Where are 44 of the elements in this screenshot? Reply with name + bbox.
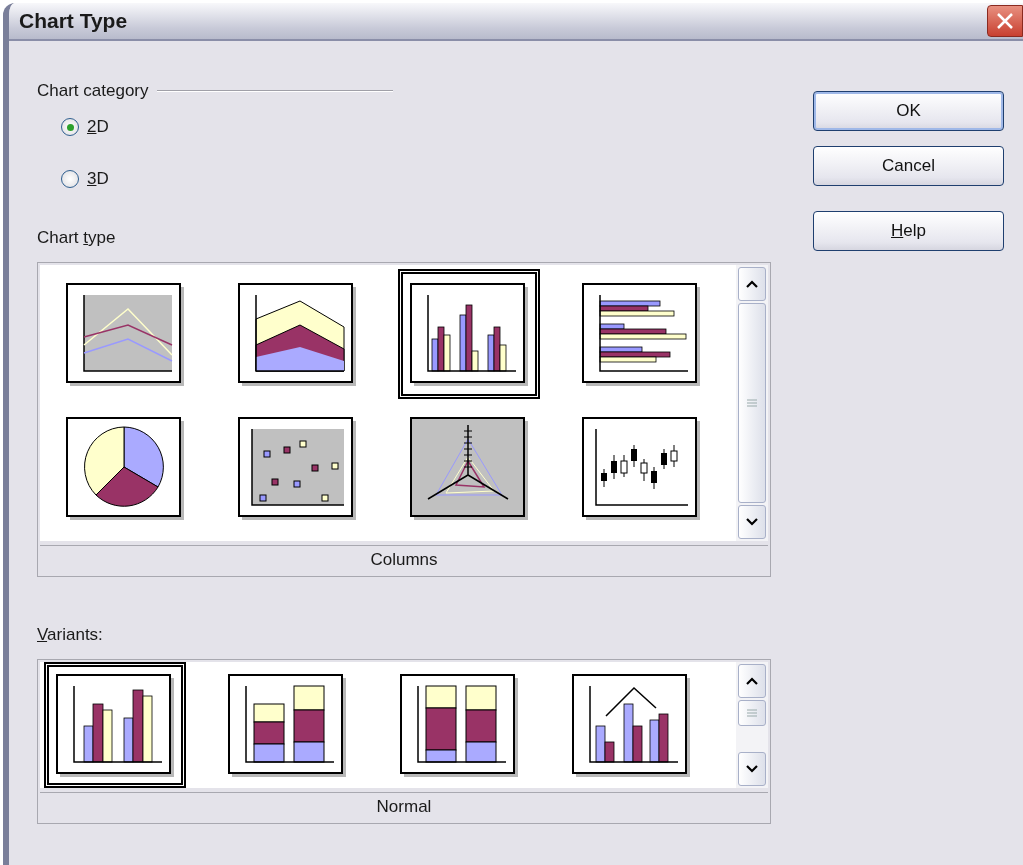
section-label: Variants: (37, 625, 103, 645)
cancel-button[interactable]: Cancel (813, 146, 1004, 186)
grip-icon (747, 399, 757, 407)
window-title: Chart Type (18, 9, 128, 33)
scatter-chart-icon (251, 427, 345, 506)
up-caret-icon (745, 279, 759, 289)
column-chart-icon (427, 293, 517, 372)
pie-chart-icon (84, 426, 164, 507)
scroll-down-button[interactable] (738, 752, 766, 786)
help-button[interactable]: Help (813, 211, 1004, 251)
group-label: Chart category (37, 81, 149, 101)
bar-chart-icon (599, 293, 689, 372)
clustered-column-icon (73, 684, 163, 763)
net-chart-icon (427, 423, 509, 500)
down-caret-icon (745, 517, 759, 527)
ok-button[interactable]: OK (813, 91, 1004, 131)
variant-option[interactable] (44, 662, 186, 788)
scroll-thumb[interactable] (738, 700, 766, 726)
line-chart-icon (83, 293, 173, 372)
stacked-column-icon (245, 684, 335, 763)
scrollbar[interactable] (736, 265, 768, 541)
scrollbar[interactable] (736, 662, 768, 788)
scroll-thumb[interactable] (738, 303, 766, 503)
radio-option[interactable]: 2D (61, 114, 109, 140)
close-button[interactable] (987, 5, 1023, 37)
area-chart-icon (255, 293, 345, 372)
up-caret-icon (745, 676, 759, 686)
grip-icon (747, 709, 757, 717)
column-line-chart-icon (589, 684, 679, 763)
selection-caption: Columns (40, 545, 768, 576)
scroll-up-button[interactable] (738, 664, 766, 698)
down-caret-icon (745, 764, 759, 774)
scroll-down-button[interactable] (738, 505, 766, 539)
radio-button[interactable] (61, 170, 79, 188)
selection-caption: Normal (40, 792, 768, 823)
stock-chart-icon (595, 427, 689, 506)
chart-type-option[interactable] (398, 269, 540, 399)
radio-button[interactable] (61, 118, 79, 136)
radio-label: 3D (87, 169, 109, 189)
scroll-up-button[interactable] (738, 267, 766, 301)
section-label: Chart type (37, 228, 116, 248)
radio-label: 2D (87, 117, 109, 137)
percent-stacked-column-icon (417, 684, 507, 763)
radio-option[interactable]: 3D (61, 166, 109, 192)
